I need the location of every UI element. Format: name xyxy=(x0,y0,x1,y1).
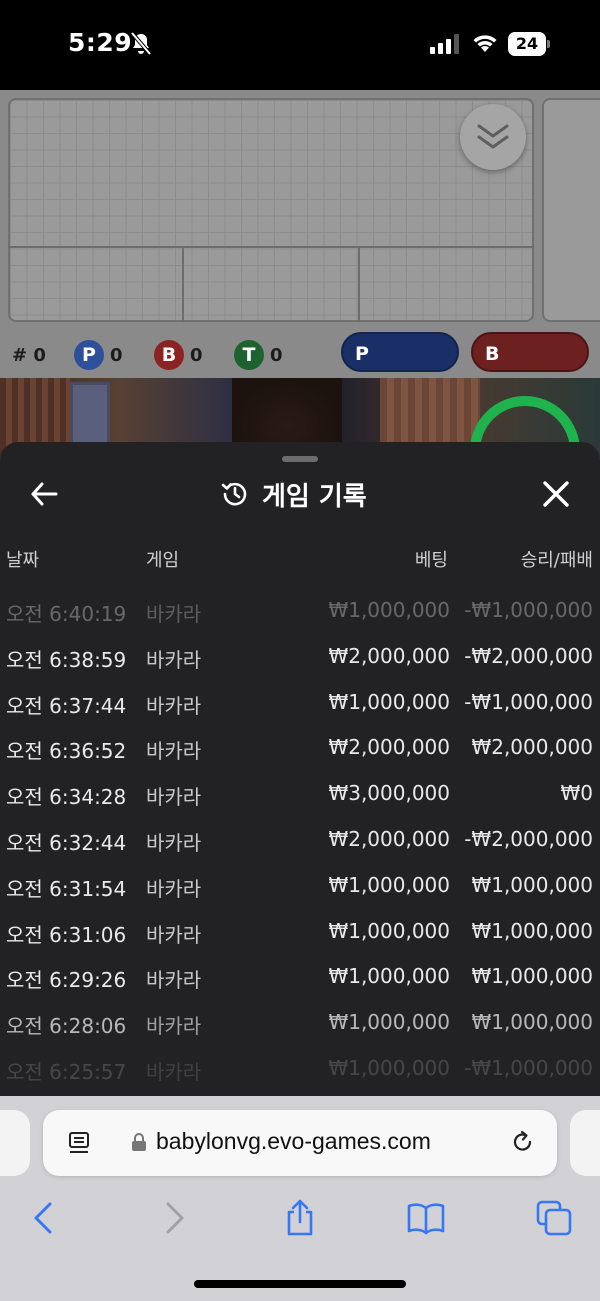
table-row[interactable]: 오전 6:31:06 바카라 ₩1,000,000 ₩1,000,000 xyxy=(0,911,600,957)
table-row[interactable]: 오전 6:32:44 바카라 ₩2,000,000 -₩2,000,000 xyxy=(0,819,600,865)
forward-icon[interactable] xyxy=(154,1198,194,1238)
table-row[interactable]: 오전 6:37:44 바카라 ₩1,000,000 -₩1,000,000 xyxy=(0,682,600,728)
battery-level: 24 xyxy=(508,32,546,56)
share-icon[interactable] xyxy=(280,1198,320,1238)
banker-badge: B xyxy=(154,340,184,370)
tie-badge: T xyxy=(234,340,264,370)
history-list: 오전 6:40:19 바카라 ₩1,000,000 -₩1,000,000 오전… xyxy=(0,590,600,1094)
cellular-signal-icon xyxy=(430,34,459,54)
table-row[interactable]: 오전 6:40:19 바카라 ₩1,000,000 -₩1,000,000 xyxy=(0,590,600,636)
home-indicator[interactable] xyxy=(194,1280,406,1288)
table-row[interactable]: 오전 6:34:28 바카라 ₩3,000,000 ₩0 xyxy=(0,773,600,819)
close-icon[interactable] xyxy=(540,478,572,510)
next-tab-preview[interactable] xyxy=(570,1110,600,1176)
previous-tab-preview[interactable] xyxy=(0,1110,30,1176)
history-icon xyxy=(221,482,247,506)
column-header-result: 승리/패배 xyxy=(520,550,593,571)
sheet-header: 게임 기록 xyxy=(220,476,367,512)
player-wins-stat: P 0 xyxy=(74,340,123,370)
sheet-title: 게임 기록 xyxy=(262,481,367,512)
table-row[interactable]: 오전 6:25:57 바카라 ₩1,000,000 -₩1,000,000 xyxy=(0,1048,600,1094)
bookmarks-icon[interactable] xyxy=(406,1198,446,1238)
back-icon[interactable] xyxy=(24,1198,64,1238)
sheet-drag-handle[interactable] xyxy=(282,456,318,462)
battery-icon: 24 xyxy=(508,32,550,56)
baccarat-game-area: # 0 P 0 B 0 T 0 P B 게임 기록 날짜 게임 베팅 승리/패배… xyxy=(0,90,600,1100)
page-menu-icon[interactable] xyxy=(67,1130,93,1156)
bell-muted-icon xyxy=(130,32,152,56)
double-chevron-down-icon xyxy=(477,124,509,149)
wifi-icon xyxy=(473,35,497,52)
lock-icon xyxy=(132,1133,146,1151)
reload-icon[interactable] xyxy=(509,1128,537,1156)
safari-toolbar: babylonvg.evo-games.com xyxy=(0,1096,600,1301)
column-header-bet: 베팅 xyxy=(414,550,448,571)
column-header-date: 날짜 xyxy=(6,550,40,571)
address-bar[interactable]: babylonvg.evo-games.com xyxy=(43,1110,557,1176)
game-history-sheet: 게임 기록 날짜 게임 베팅 승리/패배 오전 6:40:19 바카라 ₩1,0… xyxy=(0,442,600,1100)
column-header-game: 게임 xyxy=(146,550,180,571)
scoreboard-big-road xyxy=(8,98,534,322)
table-row[interactable]: 오전 6:29:26 바카라 ₩1,000,000 ₩1,000,000 xyxy=(0,956,600,1002)
table-row[interactable]: 오전 6:28:06 바카라 ₩1,000,000 ₩1,000,000 xyxy=(0,1002,600,1048)
status-bar: 5:29 24 xyxy=(0,0,600,90)
table-row[interactable]: 오전 6:31:54 바카라 ₩1,000,000 ₩1,000,000 xyxy=(0,865,600,911)
table-row[interactable]: 오전 6:36:52 바카라 ₩2,000,000 ₩2,000,000 xyxy=(0,727,600,773)
bet-banker-button[interactable]: B xyxy=(471,332,589,372)
tabs-icon[interactable] xyxy=(534,1198,574,1238)
url-text: babylonvg.evo-games.com xyxy=(156,1128,431,1154)
bet-player-button[interactable]: P xyxy=(341,332,459,372)
collapse-scoreboard-button[interactable] xyxy=(460,104,526,170)
back-arrow-icon[interactable] xyxy=(28,478,60,510)
banker-wins-stat: B 0 xyxy=(154,340,203,370)
status-time: 5:29 xyxy=(68,28,133,57)
table-row[interactable]: 오전 6:38:59 바카라 ₩2,000,000 -₩2,000,000 xyxy=(0,636,600,682)
tie-stat: T 0 xyxy=(234,340,283,370)
scoreboard-side-road xyxy=(542,98,600,322)
round-count: # 0 xyxy=(12,344,46,366)
player-badge: P xyxy=(74,340,104,370)
